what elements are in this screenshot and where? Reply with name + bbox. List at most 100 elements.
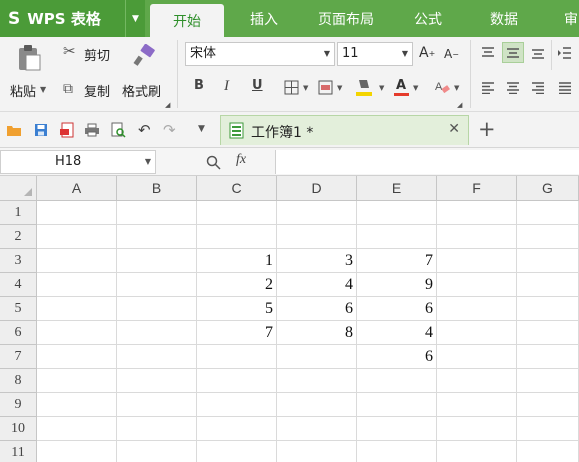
cell-c5[interactable]: 5 [197,297,277,321]
row-header-8[interactable]: 8 [0,369,37,393]
cell-d6[interactable]: 8 [277,321,357,345]
align-bottom-icon[interactable] [530,45,546,61]
cell-f3[interactable] [437,249,517,273]
cell-g10[interactable] [517,417,579,441]
cell-b1[interactable] [117,201,197,225]
row-header-7[interactable]: 7 [0,345,37,369]
cell-a5[interactable] [37,297,117,321]
row-header-4[interactable]: 4 [0,273,37,297]
cell-g7[interactable] [517,345,579,369]
copy-button[interactable]: 复制 [84,81,110,100]
column-header-b[interactable]: B [117,176,197,201]
clear-chevron-down-icon[interactable]: ▼ [454,84,459,92]
font-dialog-launcher-icon[interactable]: ◢ [457,101,462,109]
name-box[interactable]: H18 ▼ [0,150,156,174]
tab-data[interactable]: 数据 [476,0,532,37]
fill-color-icon[interactable] [355,77,373,97]
cell-c7[interactable] [197,345,277,369]
cell-f9[interactable] [437,393,517,417]
tab-review[interactable]: 审 [556,0,579,37]
cell-g8[interactable] [517,369,579,393]
formula-input[interactable] [275,150,579,174]
cell-e10[interactable] [357,417,437,441]
row-header-2[interactable]: 2 [0,225,37,249]
cell-g5[interactable] [517,297,579,321]
cell-d9[interactable] [277,393,357,417]
align-top-icon[interactable] [480,45,496,61]
clear-format-icon[interactable]: A [434,78,450,96]
cell-g1[interactable] [517,201,579,225]
app-menu-button[interactable]: S WPS 表格 [0,0,125,37]
cell-f7[interactable] [437,345,517,369]
tab-page-layout[interactable]: 页面布局 [306,0,386,37]
cell-c3[interactable]: 1 [197,249,277,273]
cell-b7[interactable] [117,345,197,369]
open-folder-icon[interactable] [6,122,22,138]
row-header-9[interactable]: 9 [0,393,37,417]
app-menu-chevron-down-icon[interactable]: ▼ [125,0,145,37]
cell-f1[interactable] [437,201,517,225]
cell-f5[interactable] [437,297,517,321]
cell-b8[interactable] [117,369,197,393]
cell-a4[interactable] [37,273,117,297]
fill-color-chevron-down-icon[interactable]: ▼ [379,84,384,92]
font-name-select[interactable]: 宋体 ▼ [185,42,335,66]
row-header-11[interactable]: 11 [0,441,37,462]
cell-a8[interactable] [37,369,117,393]
row-header-10[interactable]: 10 [0,417,37,441]
column-header-d[interactable]: D [277,176,357,201]
cell-e2[interactable] [357,225,437,249]
cell-f6[interactable] [437,321,517,345]
font-color-icon[interactable]: A [393,77,409,97]
cell-g3[interactable] [517,249,579,273]
cell-g2[interactable] [517,225,579,249]
column-header-e[interactable]: E [357,176,437,201]
decrease-font-size-icon[interactable]: A − [444,47,459,61]
cell-f11[interactable] [437,441,517,462]
cell-a2[interactable] [37,225,117,249]
format-painter-button[interactable]: 格式刷 [122,81,161,100]
font-color-chevron-down-icon[interactable]: ▼ [413,84,418,92]
increase-font-size-icon[interactable]: A + [419,45,435,61]
cell-b9[interactable] [117,393,197,417]
cell-a7[interactable] [37,345,117,369]
zoom-search-icon[interactable] [205,154,221,170]
cell-f2[interactable] [437,225,517,249]
font-size-select[interactable]: 11 ▼ [337,42,413,66]
cell-d4[interactable]: 4 [277,273,357,297]
align-middle-icon[interactable] [502,42,524,63]
cell-e4[interactable]: 9 [357,273,437,297]
cell-b2[interactable] [117,225,197,249]
cell-f10[interactable] [437,417,517,441]
cell-d7[interactable] [277,345,357,369]
cell-a10[interactable] [37,417,117,441]
print-icon[interactable] [84,122,100,138]
tab-home[interactable]: 开始 [150,4,224,37]
column-header-f[interactable]: F [437,176,517,201]
row-header-5[interactable]: 5 [0,297,37,321]
cell-a3[interactable] [37,249,117,273]
tab-insert[interactable]: 插入 [236,0,292,37]
close-icon[interactable]: ✕ [448,121,460,137]
row-header-3[interactable]: 3 [0,249,37,273]
cell-e7[interactable]: 6 [357,345,437,369]
align-center-icon[interactable] [505,80,521,96]
cell-b6[interactable] [117,321,197,345]
document-tab[interactable]: 工作簿1 * ✕ [220,115,469,145]
paste-chevron-down-icon[interactable]: ▼ [40,85,46,94]
cell-d3[interactable]: 3 [277,249,357,273]
column-header-g[interactable]: G [517,176,579,201]
align-left-icon[interactable] [480,80,496,96]
cell-g6[interactable] [517,321,579,345]
cut-button[interactable]: 剪切 [84,45,110,64]
scissors-icon[interactable]: ✂ [63,42,76,60]
row-header-6[interactable]: 6 [0,321,37,345]
cell-e1[interactable] [357,201,437,225]
underline-button[interactable]: U [252,78,263,93]
cell-d8[interactable] [277,369,357,393]
indent-icon[interactable] [557,45,573,61]
tab-formulas[interactable]: 公式 [400,0,456,37]
cell-b10[interactable] [117,417,197,441]
export-pdf-icon[interactable] [58,121,76,139]
customize-toolbar-chevron-down-icon[interactable]: ▼ [198,124,205,134]
